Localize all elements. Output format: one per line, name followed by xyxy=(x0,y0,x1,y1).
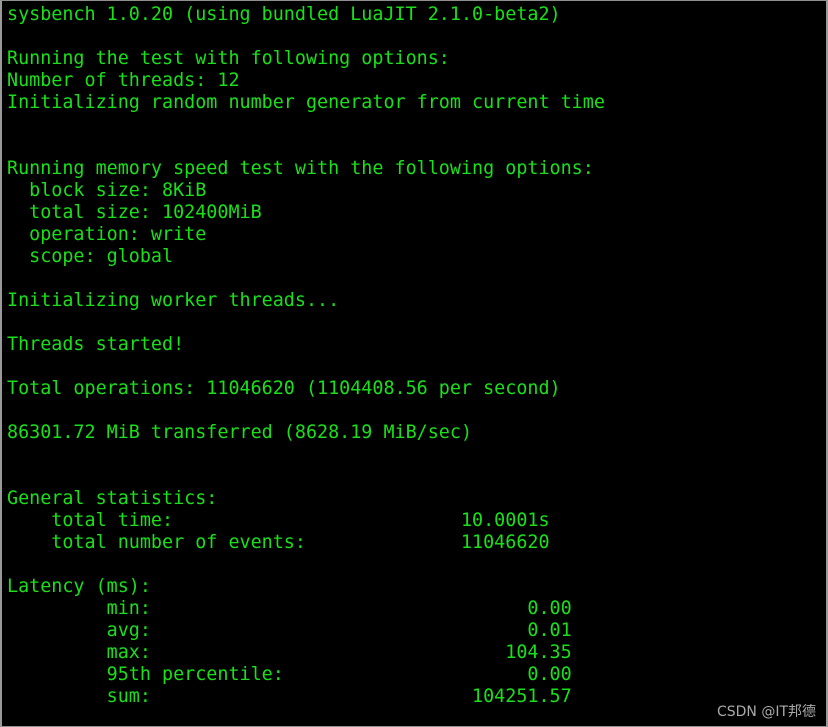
terminal-line: total time: 10.0001s xyxy=(7,510,550,531)
terminal-line: scope: global xyxy=(7,246,174,267)
terminal-line: total number of events: 11046620 xyxy=(7,532,550,553)
terminal-line: Initializing random number generator fro… xyxy=(7,92,605,113)
terminal-line: Total operations: 11046620 (1104408.56 p… xyxy=(7,378,561,399)
terminal-line: Running the test with following options: xyxy=(7,48,450,69)
terminal-line: 86301.72 MiB transferred (8628.19 MiB/se… xyxy=(7,422,473,443)
terminal-line: operation: write xyxy=(7,224,207,245)
terminal-output: sysbench 1.0.20 (using bundled LuaJIT 2.… xyxy=(7,4,826,708)
terminal-line: 95th percentile: 0.00 xyxy=(7,664,572,685)
terminal-line: min: 0.00 xyxy=(7,598,572,619)
terminal-line: Initializing worker threads... xyxy=(7,290,340,311)
terminal-line: General statistics: xyxy=(7,488,218,509)
terminal-line: block size: 8KiB xyxy=(7,180,207,201)
terminal-line: total size: 102400MiB xyxy=(7,202,262,223)
terminal-line: Threads started! xyxy=(7,334,185,355)
terminal-line: max: 104.35 xyxy=(7,642,572,663)
terminal-line: Running memory speed test with the follo… xyxy=(7,158,594,179)
terminal-line: sysbench 1.0.20 (using bundled LuaJIT 2.… xyxy=(7,4,561,25)
terminal-line: avg: 0.01 xyxy=(7,620,572,641)
terminal-line: Number of threads: 12 xyxy=(7,70,240,91)
terminal-line: Latency (ms): xyxy=(7,576,151,597)
terminal-line: sum: 104251.57 xyxy=(7,686,572,707)
csdn-watermark: CSDN @IT邦德 xyxy=(716,704,816,720)
terminal-window[interactable]: sysbench 1.0.20 (using bundled LuaJIT 2.… xyxy=(0,0,828,727)
